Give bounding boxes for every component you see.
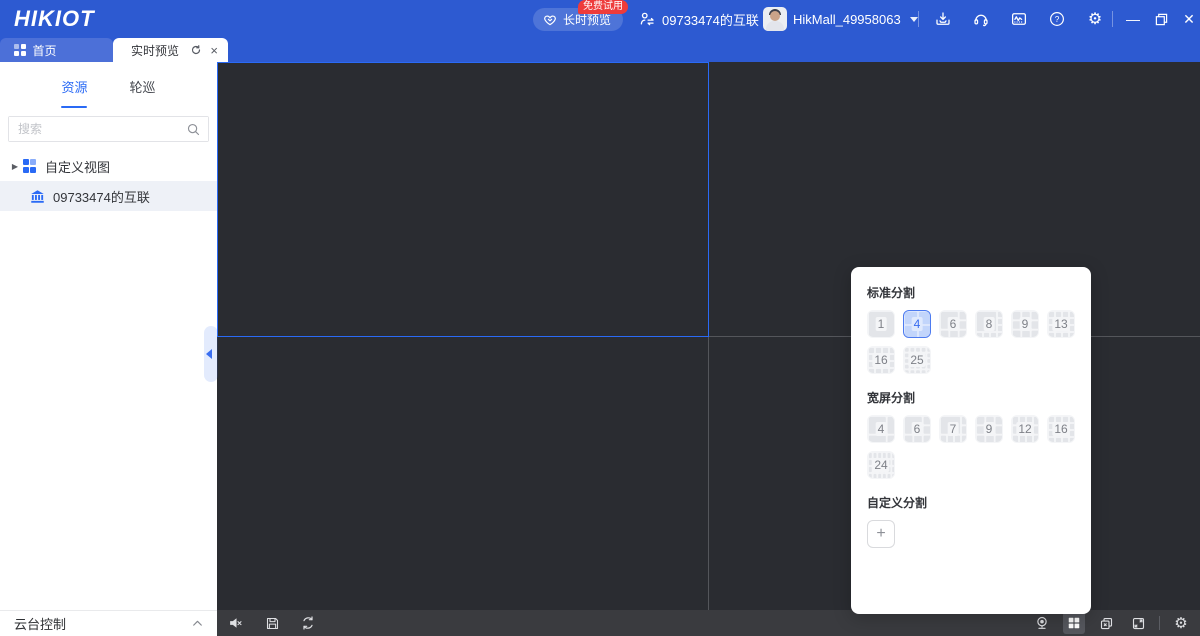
heart-check-icon <box>543 13 557 27</box>
tab-home[interactable]: 首页 <box>0 38 113 62</box>
toolbar-settings-icon[interactable]: ⚙ <box>1170 612 1192 634</box>
split-option-label: 13 <box>1052 317 1069 331</box>
split-option-7[interactable]: 7 <box>939 415 967 443</box>
split-section-title: 宽屏分割 <box>867 389 1075 406</box>
save-icon[interactable] <box>261 612 283 634</box>
search-icon <box>186 122 201 137</box>
split-popup: 标准分割 1 4 6 8 9 13 16 25 宽屏分割 4 6 7 9 12 16 24 自定义分割 + <box>851 267 1091 614</box>
long-preview-wrap: 长时预览 免费试用 <box>533 8 623 31</box>
help-icon[interactable]: ? <box>1048 10 1066 28</box>
split-option-4[interactable]: 4 <box>903 310 931 338</box>
username: HikMall_49958063 <box>793 12 901 27</box>
header-icons: ? ⚙ <box>934 0 1104 38</box>
split-option-label: 8 <box>984 317 995 331</box>
refresh-icon[interactable] <box>297 612 319 634</box>
split-option-label: 6 <box>912 422 923 436</box>
tree-item-device[interactable]: 09733474的互联 <box>0 181 217 211</box>
window-controls: — ✕ <box>1126 0 1196 38</box>
split-option-label: 4 <box>876 422 887 436</box>
split-option-label: 9 <box>984 422 995 436</box>
split-option-6[interactable]: 6 <box>903 415 931 443</box>
minimize-icon[interactable]: — <box>1126 12 1140 26</box>
sidebar-collapse-handle[interactable] <box>204 326 218 382</box>
avatar <box>763 7 787 31</box>
long-preview-button[interactable]: 长时预览 免费试用 <box>533 8 623 31</box>
header-divider <box>1112 11 1113 27</box>
split-option-label: 7 <box>948 422 959 436</box>
split-option-label: 9 <box>1020 317 1031 331</box>
refresh-tab-icon[interactable] <box>190 44 202 56</box>
sidebar: 资源 轮巡 ▶ 自定义视图 09733474的互联 <box>0 62 217 610</box>
camera-icon[interactable] <box>1031 612 1053 634</box>
tab-resources[interactable]: 资源 <box>61 77 87 108</box>
split-option-label: 16 <box>872 353 889 367</box>
chevron-up-icon[interactable] <box>191 617 204 630</box>
split-option-label: 25 <box>908 353 925 367</box>
header-divider <box>918 11 919 27</box>
chevron-down-icon <box>910 17 918 22</box>
split-section-title: 自定义分割 <box>867 494 1075 511</box>
expand-arrow-icon[interactable]: ▶ <box>0 162 22 171</box>
split-option-label: 4 <box>912 317 923 331</box>
close-tab-icon[interactable]: × <box>210 44 218 57</box>
building-icon <box>30 189 45 204</box>
split-option-12[interactable]: 12 <box>1011 415 1039 443</box>
split-option-6[interactable]: 6 <box>939 310 967 338</box>
settings-icon[interactable]: ⚙ <box>1086 10 1104 28</box>
hikiot-logo: HIKIOT <box>14 6 95 32</box>
tab-live-label: 实时预览 <box>131 42 179 59</box>
toolbar-divider <box>1159 616 1160 630</box>
split-option-label: 16 <box>1052 422 1069 436</box>
ptz-control-bar[interactable]: 云台控制 <box>0 610 217 636</box>
tree-item-label: 09733474的互联 <box>53 187 150 206</box>
split-option-16[interactable]: 16 <box>1047 415 1075 443</box>
tree-item-custom-view[interactable]: ▶ 自定义视图 <box>0 151 217 181</box>
video-pane-selected[interactable] <box>217 62 709 337</box>
download-center-icon[interactable] <box>934 10 952 28</box>
fullscreen-icon[interactable] <box>1127 612 1149 634</box>
tenant-name: 09733474的互联 <box>662 10 759 29</box>
split-option-4[interactable]: 4 <box>867 415 895 443</box>
header: HIKIOT 长时预览 免费试用 09733474的互联 HikMall_499… <box>0 0 1200 38</box>
split-option-25[interactable]: 25 <box>903 346 931 374</box>
split-option-label: 12 <box>1016 422 1033 436</box>
free-trial-badge: 免费试用 <box>578 0 628 14</box>
search-box <box>8 116 209 142</box>
split-option-label: 6 <box>948 317 959 331</box>
device-maintenance-icon[interactable] <box>1010 10 1028 28</box>
split-option-9[interactable]: 9 <box>1011 310 1039 338</box>
custom-view-grid-icon <box>22 159 37 174</box>
resource-tree: ▶ 自定义视图 09733474的互联 <box>0 151 217 211</box>
split-option-label: 24 <box>872 458 889 472</box>
split-option-13[interactable]: 13 <box>1047 310 1075 338</box>
tab-bar: 首页 实时预览 × <box>0 38 1200 62</box>
split-option-16[interactable]: 16 <box>867 346 895 374</box>
tab-live-preview[interactable]: 实时预览 × <box>113 38 228 62</box>
switch-account-icon <box>638 10 656 28</box>
sidebar-tabs: 资源 轮巡 <box>0 62 217 108</box>
tree-item-label: 自定义视图 <box>45 157 110 176</box>
split-grid-icon[interactable] <box>1063 612 1085 634</box>
add-custom-split-button[interactable]: + <box>867 520 895 548</box>
close-icon[interactable]: ✕ <box>1182 12 1196 26</box>
search-input[interactable] <box>9 117 208 141</box>
tab-tour[interactable]: 轮巡 <box>130 77 156 108</box>
split-option-8[interactable]: 8 <box>975 310 1003 338</box>
close-all-windows-icon[interactable] <box>1095 612 1117 634</box>
ptz-label: 云台控制 <box>14 614 66 633</box>
audio-mute-icon[interactable] <box>225 612 247 634</box>
split-option-1[interactable]: 1 <box>867 310 895 338</box>
tab-home-label: 首页 <box>33 42 57 59</box>
app-window: HIKIOT 长时预览 免费试用 09733474的互联 HikMall_499… <box>0 0 1200 636</box>
tenant-switcher[interactable]: 09733474的互联 <box>638 0 776 38</box>
split-option-label: 1 <box>876 317 887 331</box>
home-grid-icon <box>14 44 26 56</box>
restore-icon[interactable] <box>1154 12 1168 26</box>
split-option-24[interactable]: 24 <box>867 451 895 479</box>
split-option-9[interactable]: 9 <box>975 415 1003 443</box>
svg-text:?: ? <box>1055 15 1060 24</box>
split-section-title: 标准分割 <box>867 284 1075 301</box>
headset-icon[interactable] <box>972 10 990 28</box>
user-menu[interactable]: HikMall_49958063 <box>763 0 918 38</box>
